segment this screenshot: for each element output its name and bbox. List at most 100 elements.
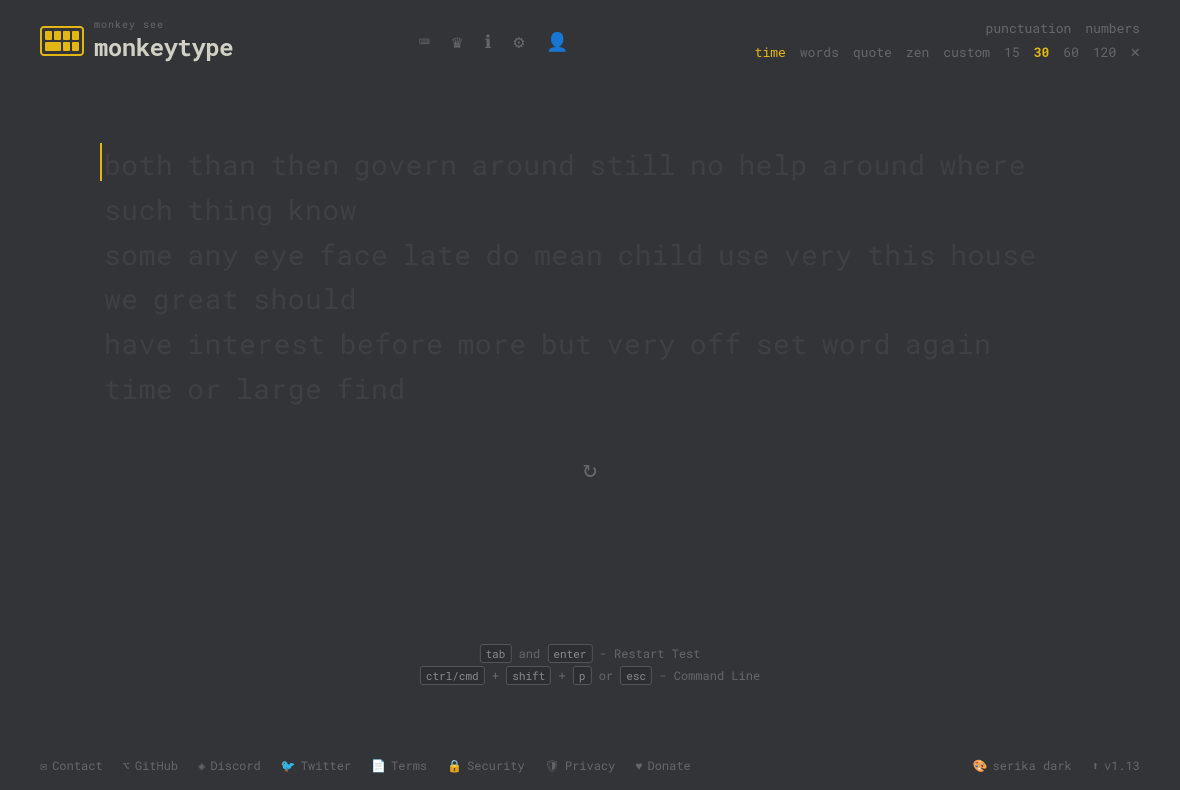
version-meta: ⬆ v1.13 [1092, 758, 1140, 774]
word: then [270, 143, 339, 188]
logo-key [54, 31, 61, 40]
word: or [187, 367, 222, 412]
settings-icon[interactable]: ⚙ [513, 29, 524, 53]
twitter-link[interactable]: 🐦 Twitter [281, 758, 351, 774]
privacy-label: Privacy [565, 758, 615, 774]
word: very [607, 322, 676, 367]
type-custom-option[interactable]: custom [943, 43, 990, 61]
word: face [319, 233, 388, 278]
word: set [756, 322, 808, 367]
word: word [822, 322, 891, 367]
word: do [486, 233, 521, 278]
privacy-link[interactable]: 🛡 Privacy [545, 758, 616, 774]
keyboard-icon[interactable]: ⌨ [419, 29, 430, 53]
terms-link[interactable]: 📄 Terms [371, 758, 427, 774]
word: than [187, 143, 256, 188]
time-15-option[interactable]: 15 [1004, 43, 1020, 61]
word: great [153, 277, 240, 322]
logo-title: monkeytype [94, 31, 233, 63]
punctuation-option[interactable]: punctuation [986, 19, 1072, 37]
typing-area[interactable]: boththanthengovernaroundstillnohelparoun… [100, 143, 1080, 484]
word: interest [187, 322, 325, 367]
version-icon: ⬆ [1092, 758, 1099, 774]
security-link[interactable]: 🔒 Security [447, 758, 525, 774]
word: help [738, 143, 807, 188]
contact-label: Contact [52, 758, 102, 774]
security-icon: 🔒 [447, 758, 462, 774]
time-120-option[interactable]: 120 [1093, 43, 1116, 61]
word: should [253, 277, 357, 322]
close-options-icon[interactable]: ✕ [1130, 41, 1140, 62]
logo-key [45, 31, 52, 40]
logo[interactable]: monkey see monkeytype [40, 18, 233, 63]
user-icon[interactable]: 👤 [546, 29, 568, 53]
github-link[interactable]: ⌥ GitHub [123, 758, 178, 774]
word: again [905, 322, 992, 367]
top-right-options: punctuation numbers time words quote zen… [755, 19, 1140, 62]
time-60-option[interactable]: 60 [1063, 43, 1079, 61]
donate-label: Donate [648, 758, 691, 774]
type-quote-option[interactable]: quote [853, 43, 892, 61]
logo-key [45, 42, 61, 51]
word: have [104, 322, 173, 367]
word: around [822, 143, 926, 188]
header: monkey see monkeytype ⌨ ♛ ℹ ⚙ 👤 punctuat… [0, 0, 1180, 63]
shortcut-plus-1: + [492, 668, 506, 684]
word: around [471, 143, 575, 188]
ctrl-cmd-key: ctrl/cmd [420, 666, 485, 685]
footer-right: 🎨 serika dark ⬆ v1.13 [973, 758, 1140, 774]
shortcut-or-label: or [599, 668, 621, 684]
type-time-option[interactable]: time [755, 43, 786, 61]
shortcut-plus-2: + [558, 668, 572, 684]
shortcut-commandline-label: - Command Line [659, 668, 760, 684]
time-30-option[interactable]: 30 [1034, 43, 1050, 61]
word: still [589, 143, 676, 188]
enter-key: enter [547, 644, 592, 663]
typing-text: boththanthengovernaroundstillnohelparoun… [100, 143, 1080, 412]
word: no [690, 143, 725, 188]
contact-icon: ✉ [40, 758, 47, 774]
theme-meta[interactable]: 🎨 serika dark [973, 758, 1072, 774]
terms-icon: 📄 [371, 758, 386, 774]
word: but [541, 322, 593, 367]
word: house [950, 233, 1037, 278]
shortcuts-area: tab and enter - Restart Test ctrl/cmd + … [420, 646, 760, 690]
word: where [939, 143, 1026, 188]
typing-line-2: someanyeyefacelatedomeanchilduseverythis… [104, 233, 1080, 323]
logo-icon [40, 26, 84, 56]
word: late [402, 233, 471, 278]
word: eye [253, 233, 305, 278]
typing-line-1: boththanthengovernaroundstillnohelparoun… [104, 143, 1080, 233]
typing-cursor [100, 143, 102, 181]
footer: ✉ Contact ⌥ GitHub ◈ Discord 🐦 Twitter 📄… [0, 742, 1180, 790]
theme-icon: 🎨 [973, 758, 988, 774]
word: very [784, 233, 853, 278]
nav-icons: ⌨ ♛ ℹ ⚙ 👤 [419, 29, 569, 53]
word: before [340, 322, 444, 367]
twitter-label: Twitter [301, 758, 351, 774]
github-icon: ⌥ [123, 758, 130, 774]
word: any [187, 233, 239, 278]
logo-text: monkey see monkeytype [94, 18, 233, 63]
footer-links: ✉ Contact ⌥ GitHub ◈ Discord 🐦 Twitter 📄… [40, 758, 691, 774]
discord-link[interactable]: ◈ Discord [198, 758, 261, 774]
version-label: v1.13 [1104, 758, 1140, 774]
type-zen-option[interactable]: zen [906, 43, 929, 61]
typing-line-3: haveinterestbeforemorebutveryoffsetworda… [104, 322, 1080, 412]
logo-key [63, 31, 70, 40]
privacy-icon: 🛡 [545, 758, 560, 774]
shortcut-and-label: and [519, 646, 548, 662]
word: more [457, 322, 526, 367]
logo-key [72, 42, 79, 51]
type-words-option[interactable]: words [800, 43, 839, 61]
crown-icon[interactable]: ♛ [452, 29, 463, 53]
info-icon[interactable]: ℹ [485, 29, 492, 53]
word: large [236, 367, 323, 412]
security-label: Security [467, 758, 525, 774]
numbers-option[interactable]: numbers [1085, 19, 1140, 37]
donate-link[interactable]: ♥ Donate [635, 758, 690, 774]
time-options: time words quote zen custom 15 30 60 120… [755, 41, 1140, 62]
shift-key: shift [506, 666, 551, 685]
contact-link[interactable]: ✉ Contact [40, 758, 103, 774]
word: some [104, 233, 173, 278]
